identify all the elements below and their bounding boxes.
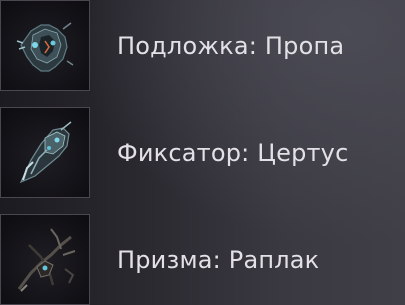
part-label-prism: Призма: Раплак	[117, 246, 320, 274]
part-label-clasp: Фиксатор: Цертус	[117, 139, 349, 167]
part-label-brace: Подложка: Пропа	[117, 32, 345, 60]
propa-brace-part-icon	[16, 22, 74, 72]
certus-clasp-part-icon	[19, 121, 72, 184]
part-row-clasp: Фиксатор: Цертус	[0, 107, 405, 198]
part-thumbnail-prism[interactable]	[0, 214, 90, 305]
part-thumbnail-clasp[interactable]	[0, 107, 90, 198]
part-thumbnail-brace[interactable]	[0, 0, 90, 91]
raplak-prism-part-icon	[17, 228, 76, 292]
part-row-prism: Призма: Раплак	[0, 214, 405, 305]
part-row-brace: Подложка: Пропа	[0, 0, 405, 91]
